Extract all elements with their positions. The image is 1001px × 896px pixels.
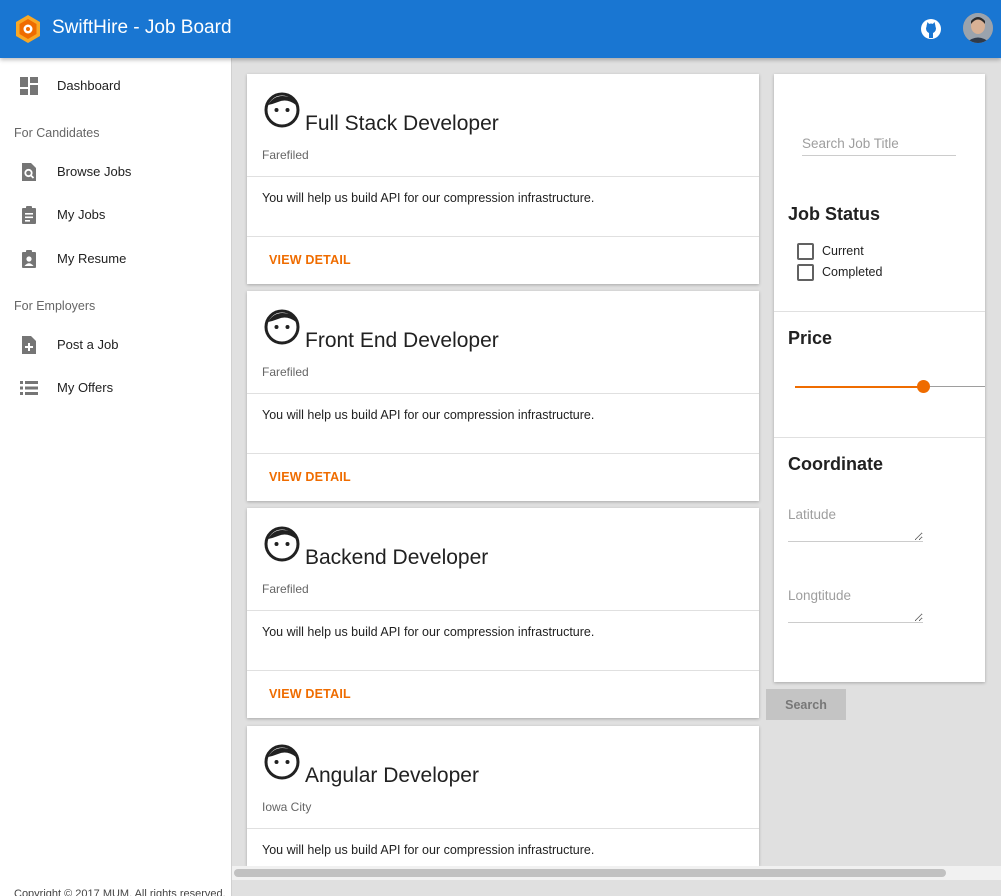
job-location: Farefiled: [262, 365, 309, 379]
job-title: Full Stack Developer: [305, 112, 499, 135]
divider: [774, 437, 985, 438]
app-title: SwiftHire - Job Board: [52, 17, 232, 38]
longitude-field: [788, 588, 923, 623]
nav-post-job-label: Post a Job: [57, 337, 119, 352]
price-slider-thumb[interactable]: [916, 380, 930, 393]
nav-my-offers[interactable]: My Offers: [0, 368, 231, 408]
divider: [247, 610, 759, 611]
job-title: Backend Developer: [305, 546, 489, 569]
nav-browse-jobs[interactable]: Browse Jobs: [0, 152, 231, 192]
longitude-input[interactable]: [788, 588, 923, 622]
face-icon: [264, 92, 300, 128]
dashboard-icon: [20, 77, 38, 95]
divider: [247, 670, 759, 671]
job-status-heading: Job Status: [788, 204, 881, 224]
job-location: Farefiled: [262, 582, 309, 596]
job-card: Full Stack Developer Farefiled You will …: [247, 74, 759, 284]
assignment-icon: [22, 206, 36, 224]
app-bar: SwiftHire - Job Board: [0, 0, 1001, 58]
job-description: You will help us build API for our compr…: [262, 408, 595, 422]
nav-dashboard-label: Dashboard: [57, 78, 121, 93]
filter-panel: Job Status Current Completed Price Coord…: [774, 74, 985, 682]
face-icon: [264, 744, 300, 780]
job-card: Backend Developer Farefiled You will hel…: [247, 508, 759, 718]
search-job-title-input[interactable]: [802, 132, 956, 154]
divider: [774, 311, 985, 312]
github-icon[interactable]: [919, 17, 943, 41]
completed-checkbox-label: Completed: [822, 265, 883, 279]
price-slider-fill: [795, 386, 924, 388]
nav-post-job[interactable]: Post a Job: [0, 325, 231, 365]
footer-copyright: Copyright © 2017 MUM. All rights reserve…: [14, 888, 226, 896]
face-icon: [264, 309, 300, 345]
completed-checkbox[interactable]: [797, 264, 814, 281]
view-detail-button[interactable]: VIEW DETAIL: [261, 249, 359, 271]
job-description: You will help us build API for our compr…: [262, 843, 595, 857]
search-button[interactable]: Search: [766, 689, 846, 720]
nav-my-jobs-label: My Jobs: [57, 207, 106, 222]
divider: [247, 828, 759, 829]
user-photo-icon: [963, 13, 993, 43]
divider: [247, 393, 759, 394]
horizontal-scrollbar[interactable]: [232, 866, 1001, 880]
view-detail-button[interactable]: VIEW DETAIL: [261, 683, 359, 705]
logo-icon: [16, 15, 40, 43]
price-heading: Price: [788, 328, 833, 348]
nav-my-resume[interactable]: My Resume: [0, 239, 231, 279]
divider: [247, 236, 759, 237]
view-detail-button[interactable]: VIEW DETAIL: [261, 466, 359, 488]
sidebar: Dashboard For Candidates Browse Jobs My …: [0, 58, 232, 896]
coordinate-heading: Coordinate: [788, 454, 884, 474]
latitude-field: [788, 507, 923, 542]
divider: [247, 176, 759, 177]
find-in-page-icon: [22, 163, 36, 181]
candidates-section-label: For Candidates: [14, 126, 100, 140]
scrollbar-thumb[interactable]: [234, 869, 946, 877]
nav-my-offers-label: My Offers: [57, 380, 114, 395]
job-description: You will help us build API for our compr…: [262, 191, 595, 205]
job-location: Iowa City: [262, 800, 312, 814]
price-slider-track[interactable]: [923, 386, 985, 387]
employers-section-label: For Employers: [14, 299, 96, 313]
job-card: Angular Developer Iowa City You will hel…: [247, 726, 759, 866]
job-title: Angular Developer: [305, 764, 479, 787]
current-checkbox-label: Current: [822, 244, 864, 258]
job-location: Farefiled: [262, 148, 309, 162]
nav-dashboard[interactable]: Dashboard: [0, 66, 231, 106]
nav-my-resume-label: My Resume: [57, 251, 127, 266]
user-avatar[interactable]: [963, 13, 993, 43]
current-checkbox[interactable]: [797, 243, 814, 260]
search-field: [802, 132, 956, 156]
nav-browse-jobs-label: Browse Jobs: [57, 164, 132, 179]
job-description: You will help us build API for our compr…: [262, 625, 595, 639]
job-title: Front End Developer: [305, 329, 499, 352]
job-card: Front End Developer Farefiled You will h…: [247, 291, 759, 501]
latitude-input[interactable]: [788, 507, 923, 541]
assignment-ind-icon: [22, 250, 36, 268]
nav-my-jobs[interactable]: My Jobs: [0, 195, 231, 235]
list-icon: [20, 381, 38, 395]
face-icon: [264, 526, 300, 562]
divider: [247, 453, 759, 454]
note-add-icon: [22, 336, 36, 354]
